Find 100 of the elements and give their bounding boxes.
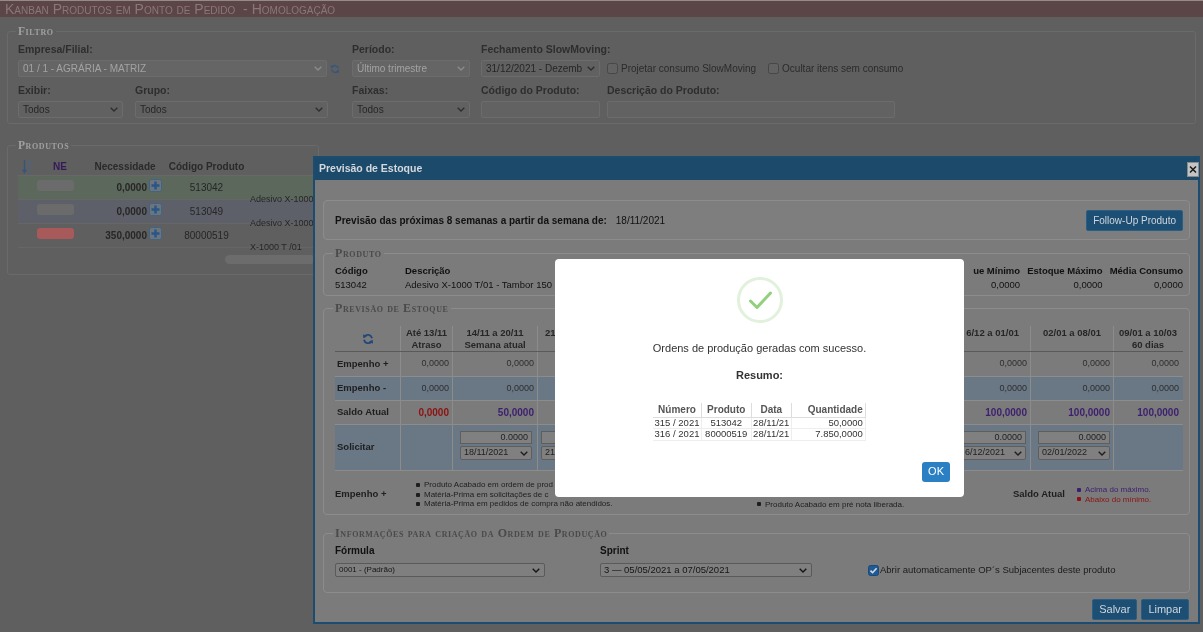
- date-dropdown[interactable]: 18/11/2021: [460, 446, 532, 460]
- field-value: 0,0000: [1073, 279, 1103, 290]
- checkbox[interactable]: [768, 63, 780, 74]
- column-header: Número: [653, 403, 702, 417]
- chevron-down-icon: [587, 66, 595, 71]
- field-label: Código: [335, 265, 368, 276]
- follow-up-button[interactable]: Follow-Up Produto: [1086, 209, 1183, 231]
- checkbox-label: Abrir automaticamente OP´s Subjacentes deste produto: [880, 562, 1116, 577]
- forecast-value: 100,0000: [985, 406, 1027, 420]
- note-text: Acima do máximo.: [1085, 485, 1151, 495]
- bullet-icon: [416, 492, 420, 497]
- quantity-input[interactable]: 0.0000: [1038, 431, 1110, 444]
- checkbox[interactable]: [868, 564, 879, 576]
- refresh-icon[interactable]: [361, 332, 374, 345]
- bullet-icon: [416, 483, 420, 487]
- row-label: Empenho -: [337, 381, 387, 396]
- column-header: Data: [751, 403, 792, 417]
- table-row[interactable]: 0,0000 513042 Adesivo X-1000: [18, 176, 313, 200]
- necessity-value: 0,0000: [116, 181, 147, 195]
- modal-title: Previsão de Estoque: [319, 161, 423, 177]
- summary-value: 315 / 2021: [653, 417, 702, 429]
- column-header: Até 13/11 Atraso: [405, 327, 448, 351]
- plus-icon[interactable]: [149, 227, 162, 240]
- dropdown[interactable]: 0001 - (Padrão): [335, 563, 545, 577]
- dropdown[interactable]: 3 — 05/05/2021 a 07/05/2021: [600, 563, 812, 577]
- scrollbar-thumb[interactable]: [225, 255, 315, 264]
- success-check-icon: [736, 277, 783, 323]
- forecast-value: 100,0000: [1137, 406, 1179, 420]
- product-code: 80000519: [184, 229, 229, 243]
- summary-value: 513042: [701, 417, 752, 429]
- bullet-icon: [757, 502, 761, 507]
- field-value: Adesivo X-1000 T/01 - Tambor 150: [405, 279, 552, 290]
- dropdown[interactable]: 31/12/2021 - Dezemb: [481, 60, 600, 77]
- bullet-icon: [416, 502, 420, 506]
- field-label: Descrição: [405, 265, 451, 276]
- close-button[interactable]: [1187, 161, 1199, 177]
- column-header[interactable]: NE: [53, 159, 67, 174]
- plus-icon[interactable]: [149, 179, 162, 192]
- chevron-down-icon: [314, 66, 322, 71]
- field-label: ue Mínimo: [973, 265, 1021, 276]
- note-text: Produto Acabado em pré nota liberada.: [765, 499, 905, 509]
- column-header: 6/12 a 01/01: [966, 327, 1019, 339]
- date-dropdown[interactable]: 02/01/2022: [1038, 446, 1110, 460]
- intro-label: Previsão das próximas 8 semanas a partir da semana de:: [335, 213, 607, 228]
- start-date: 18/11/2021: [615, 213, 666, 228]
- chevron-down-icon: [799, 567, 807, 573]
- plus-icon[interactable]: [149, 203, 162, 216]
- note-text: Abaixo do mínimo.: [1085, 494, 1152, 504]
- chevron-down-icon: [457, 66, 465, 71]
- row-label: Solicitar: [337, 440, 375, 455]
- success-message: Ordens de produção geradas com sucesso.: [652, 342, 867, 355]
- chevron-down-icon: [532, 567, 540, 573]
- field-label: Fórmula: [335, 545, 375, 556]
- note-title: Empenho +: [335, 487, 387, 502]
- field-value: 0,0000: [991, 279, 1021, 290]
- action-button[interactable]: Limpar: [1141, 599, 1189, 620]
- row-label: Empenho +: [337, 356, 389, 371]
- section-legend: Filtro: [16, 24, 56, 38]
- forecast-value: 50,0000: [497, 406, 534, 420]
- summary-value: 7.850,0000: [791, 428, 866, 440]
- summary-label: Resumo:: [735, 369, 784, 382]
- field-value: 0,0000: [1153, 279, 1183, 290]
- sort-icon[interactable]: [21, 159, 32, 174]
- field-value: 513042: [335, 279, 367, 290]
- field-label: Estoque Máximo: [1027, 265, 1103, 276]
- chevron-down-icon: [1014, 450, 1022, 456]
- forecast-value: 0,0000: [999, 357, 1027, 371]
- note-title: Saldo Atual: [1013, 487, 1065, 502]
- forecast-value: 0,0000: [1151, 357, 1179, 371]
- action-button[interactable]: Salvar: [1092, 599, 1138, 620]
- product-code: 513049: [189, 205, 224, 219]
- ok-button[interactable]: OK: [922, 461, 950, 482]
- column-header: Quantidade: [791, 403, 866, 417]
- close-icon: [1187, 161, 1199, 177]
- chevron-down-icon: [1098, 450, 1106, 456]
- chevron-down-icon: [110, 107, 118, 112]
- column-header: 14/11 a 20/11 Semana atual: [464, 327, 526, 351]
- forecast-value: 0,0000: [506, 381, 534, 395]
- chevron-down-icon: [457, 107, 465, 112]
- note-text: Matéria-Prima em pedidos de compra não atendidos.: [424, 499, 613, 509]
- forecast-value: 0,0000: [1082, 381, 1110, 395]
- forecast-value: 0,0000: [421, 357, 449, 371]
- quantity-input[interactable]: 0.0000: [460, 431, 532, 444]
- note-text: Produto Acabado em ordem de prod: [424, 480, 553, 490]
- summary-value: 80000519: [701, 428, 752, 440]
- forecast-value: 0,0000: [999, 381, 1027, 395]
- necessity-value: 0,0000: [116, 205, 147, 219]
- forecast-value: 0,0000: [1082, 357, 1110, 371]
- column-header: 21: [545, 327, 556, 339]
- row-label: Saldo Atual: [337, 405, 389, 420]
- note-text: Matéria-Prima em solicitações de c: [424, 489, 549, 500]
- summary-value: 28/11/21: [751, 417, 792, 429]
- summary-value: 316 / 2021: [653, 428, 702, 440]
- chevron-down-icon: [315, 107, 323, 112]
- checkbox[interactable]: [607, 63, 618, 74]
- section-legend: Produtos: [16, 138, 72, 152]
- column-header: Produto: [701, 403, 752, 417]
- forecast-value: 0,0000: [1151, 381, 1179, 395]
- summary-value: 50,0000: [791, 417, 866, 429]
- chevron-down-icon: [520, 450, 528, 456]
